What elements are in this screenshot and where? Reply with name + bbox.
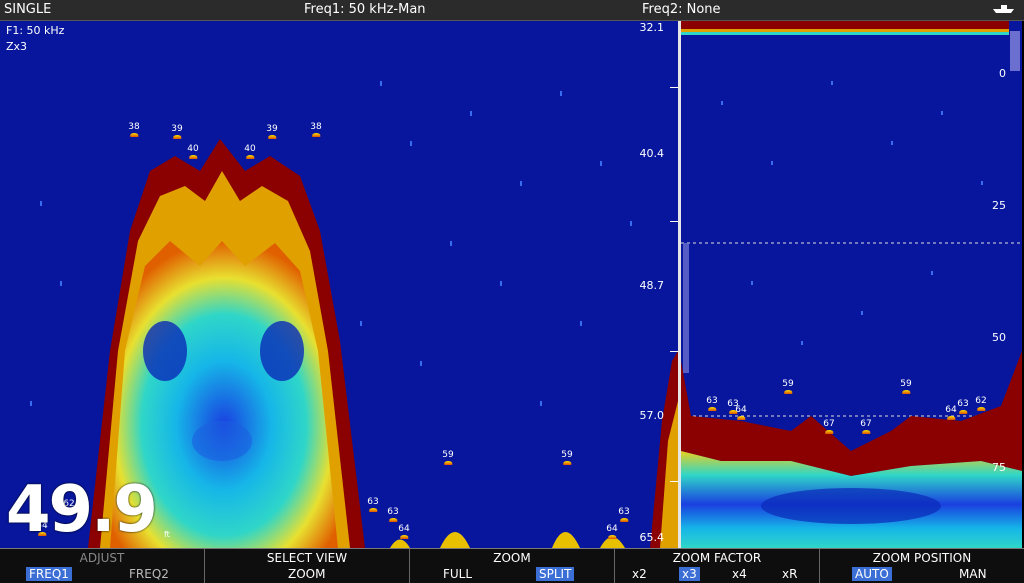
fish-symbol: 39	[266, 124, 278, 139]
softkey-select-view[interactable]: SELECT VIEW ZOOM	[205, 549, 410, 583]
softkey-bar: ADJUST FREQ1 FREQ2 SELECT VIEW ZOOM ZOOM…	[0, 548, 1024, 583]
fish-symbol: 59	[900, 379, 912, 394]
option-auto[interactable]: AUTO	[852, 567, 892, 581]
option-freq1[interactable]: FREQ1	[26, 567, 72, 581]
option-zoom[interactable]: ZOOM	[285, 567, 328, 581]
fish-symbol: 64	[606, 524, 618, 539]
freq2-label: Freq2: None	[642, 2, 721, 17]
fish-symbol: 67	[823, 419, 835, 434]
option-x4[interactable]: x4	[729, 567, 750, 581]
fish-symbol: 63	[706, 396, 718, 411]
full-sonar-echo-image	[681, 21, 1022, 548]
fish-symbol: 59	[561, 450, 573, 465]
fish-symbol: 59	[442, 450, 454, 465]
depth-tick-label: 75	[992, 461, 1006, 474]
boat-icon	[992, 2, 1016, 18]
depth-tick-label: 65.4	[639, 531, 665, 544]
fish-symbol: 40	[244, 144, 256, 159]
softkey-adjust[interactable]: ADJUST FREQ1 FREQ2	[0, 549, 205, 583]
freq-overlay: F1: 50 kHz	[6, 24, 65, 37]
softkey-zoom[interactable]: ZOOM FULL SPLIT	[410, 549, 615, 583]
fish-symbol: 64	[735, 405, 747, 420]
fish-symbol: 63	[367, 497, 379, 512]
fish-symbol: 63	[957, 399, 969, 414]
status-bar: SINGLE Freq1: 50 kHz-Man Freq2: None	[0, 0, 1024, 21]
fish-symbol: 38	[310, 122, 322, 137]
depth-tick-label: 25	[992, 199, 1006, 212]
fish-symbol: 62	[975, 396, 987, 411]
fish-symbol: 63	[618, 507, 630, 522]
fish-symbol: 64	[945, 405, 957, 420]
option-x3[interactable]: x3	[679, 567, 700, 581]
full-sonar-view[interactable]: 0 25 50 75 59 59 63 63 64 64 62 63 67 67	[681, 21, 1022, 548]
depth-tick-label: 0	[999, 67, 1006, 80]
softkey-title: ZOOM POSITION	[872, 551, 972, 565]
option-split[interactable]: SPLIT	[536, 567, 575, 581]
fish-symbol: 64	[398, 524, 410, 539]
freq1-label: Freq1: 50 kHz-Man	[304, 2, 426, 17]
softkey-zoom-factor[interactable]: ZOOM FACTOR x2 x3 x4 xR	[615, 549, 820, 583]
option-man[interactable]: MAN	[956, 567, 990, 581]
zoom-overlay: Zx3	[6, 40, 28, 53]
option-full[interactable]: FULL	[440, 567, 475, 581]
fish-symbol: 59	[782, 379, 794, 394]
current-depth-readout: 49.9	[6, 473, 158, 547]
fish-symbol: 67	[860, 419, 872, 434]
depth-tick-label: 48.7	[639, 279, 665, 292]
depth-tick-label: 57.0	[639, 409, 665, 422]
softkey-title: ADJUST	[79, 551, 125, 565]
softkey-zoom-position[interactable]: ZOOM POSITION AUTO MAN	[820, 549, 1024, 583]
depth-tick-label: 50	[992, 331, 1006, 344]
softkey-title: ZOOM FACTOR	[672, 551, 762, 565]
option-freq2[interactable]: FREQ2	[126, 567, 172, 581]
option-xr[interactable]: xR	[779, 567, 800, 581]
mode-label: SINGLE	[4, 2, 52, 17]
scroll-position-indicator[interactable]	[1010, 31, 1020, 71]
softkey-title: ZOOM	[493, 551, 531, 565]
option-x2[interactable]: x2	[629, 567, 650, 581]
zoom-sonar-view[interactable]: F1: 50 kHz Zx3 32.1 40.4 48.7 57.0 65.4 …	[0, 21, 678, 548]
depth-tick-label: 32.1	[639, 21, 665, 34]
fish-symbol: 40	[187, 144, 199, 159]
fish-symbol: 63	[387, 507, 399, 522]
fish-symbol: 39	[171, 124, 183, 139]
depth-tick-label: 40.4	[639, 147, 665, 160]
sonar-echo-image	[30, 81, 678, 548]
softkey-title: SELECT VIEW	[266, 551, 348, 565]
fish-symbol: 38	[128, 122, 140, 137]
depth-unit: ft	[164, 530, 170, 539]
